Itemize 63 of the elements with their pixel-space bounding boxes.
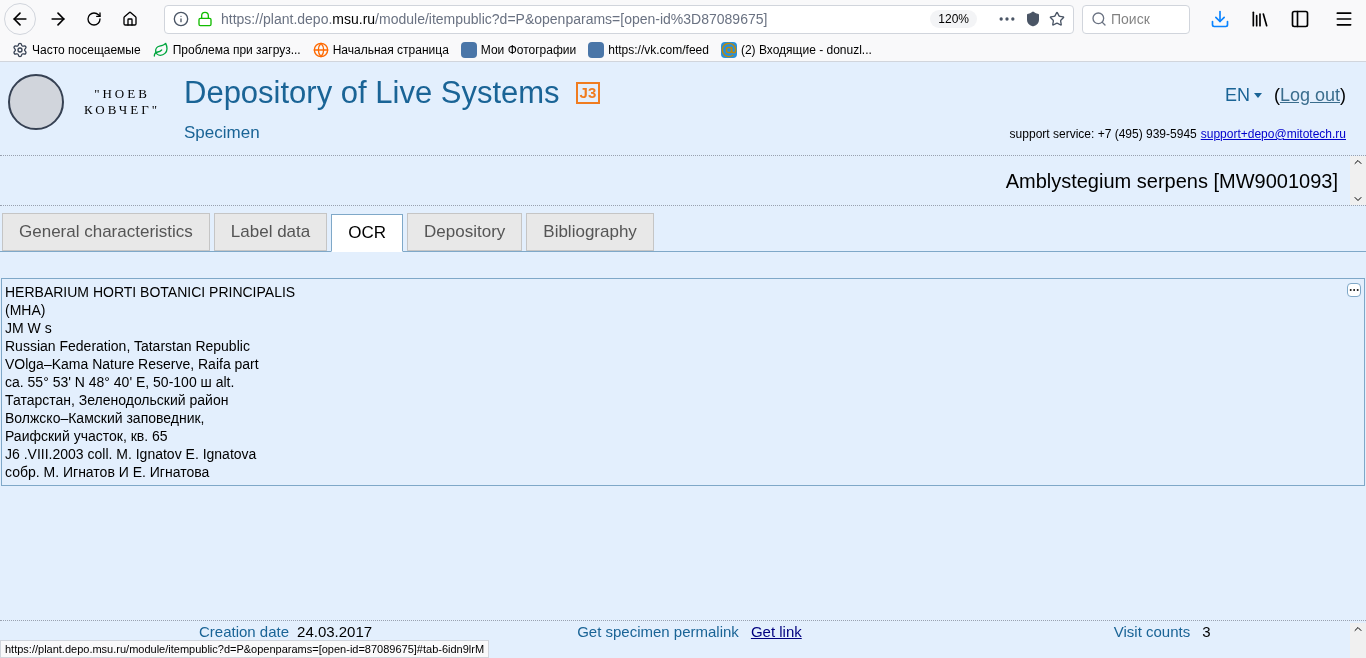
ocr-text-line: VOlga–Kama Nature Reserve, Raifa part xyxy=(5,355,260,373)
permalink-label: Get specimen permalink xyxy=(577,623,739,640)
creation-date-value: 24.03.2017 xyxy=(297,623,373,640)
star-icon[interactable] xyxy=(1049,11,1065,27)
scrollbar[interactable] xyxy=(1350,156,1366,205)
info-icon xyxy=(173,11,189,27)
tab[interactable]: Depository xyxy=(407,213,523,251)
ocr-text-line: (MHA) xyxy=(5,301,47,319)
globe-icon xyxy=(312,41,329,58)
visit-counts-value: 3 xyxy=(1202,623,1211,640)
ocr-text-line: HERBARIUM HORTI BOTANICI PRINCIPALIS xyxy=(5,283,297,301)
search-field[interactable]: Поиск xyxy=(1082,4,1190,34)
ocr-text-line: собр. М. Игнатов И Е. Игнатова xyxy=(5,463,211,481)
logo-text: "НОЕВ КОВЧЕГ" xyxy=(83,86,161,119)
address-bar[interactable]: https://plant.depo.msu.ru/module/itempublic?d=P&openparams=[open-id%3D87089675] 120% xyxy=(164,4,1074,34)
bookmark-item[interactable]: https://vk.com/feed xyxy=(588,40,709,59)
support-email-link[interactable]: support+depo@mitotech.ru xyxy=(1200,125,1346,143)
gear-icon xyxy=(12,41,28,58)
status-url-tooltip: https://plant.depo.msu.ru/module/itempublic?d=P&openparams=[open-id=87089675]#tab-6idn9lrM xyxy=(0,639,490,658)
bookmark-item[interactable]: Начальная страница xyxy=(312,40,449,59)
url-text: https://plant.depo.msu.ru/module/itempublic?d=P&openparams=[open-id%3D87089675] xyxy=(221,9,768,29)
ocr-text-line: ca. 55° 53' N 48° 40' E, 50-100 ш alt. xyxy=(5,373,236,391)
ocr-text-line: Татарстан, Зеленодольский район xyxy=(5,391,230,409)
bookmark-item[interactable]: Мои Фотографии xyxy=(460,40,577,59)
tab[interactable]: General characteristics xyxy=(2,213,210,251)
bookmark-item[interactable]: (2) Входящие - donuzl... xyxy=(720,40,872,59)
download-icon[interactable] xyxy=(1210,9,1230,29)
support-text: support service: +7 (495) 939-5945 xyxy=(1009,126,1197,143)
paren-text: ) xyxy=(1340,85,1346,105)
ocr-text-line: Russian Federation, Tatarstan Republic xyxy=(5,337,251,355)
caret-icon[interactable] xyxy=(1253,93,1262,98)
ocr-text-line: J6 .VIII.2003 coll. M. Ignatov E. Ignatova xyxy=(5,445,258,463)
bookmark-item[interactable]: Проблема при загруз... xyxy=(152,40,301,59)
site-title: Depository of Live Systems xyxy=(184,74,560,112)
paren-text: ( xyxy=(1273,85,1280,105)
reload-icon xyxy=(86,11,102,27)
ocr-text-line: Раифский участок, кв. 65 xyxy=(5,427,169,445)
logout-link[interactable]: Log out xyxy=(1279,85,1340,105)
specimen-title: Amblystegium serpens [MW9001093] xyxy=(1005,168,1338,194)
menu-icon[interactable] xyxy=(1334,9,1354,29)
ocr-text-line: Волжско–Камский заповедник, xyxy=(5,409,206,427)
library-icon[interactable] xyxy=(1250,9,1270,29)
expand-button[interactable] xyxy=(1347,283,1361,297)
home-icon xyxy=(122,11,138,27)
tab[interactable]: Bibliography xyxy=(526,213,654,251)
leaf-icon xyxy=(152,41,169,58)
search-icon xyxy=(1091,11,1107,27)
ocr-text-line: JM W s xyxy=(5,319,53,337)
creation-date-label: Creation date xyxy=(199,623,290,640)
at-sign-icon xyxy=(720,41,737,58)
sidebar-icon[interactable] xyxy=(1290,9,1310,29)
lock-icon xyxy=(197,11,213,27)
search-input[interactable]: Поиск xyxy=(1111,8,1175,30)
visit-counts-label: Visit counts xyxy=(1113,623,1191,640)
get-link[interactable]: Get link xyxy=(750,623,802,640)
scrollbar[interactable] xyxy=(1350,623,1366,658)
bookmark-item[interactable]: Часто посещаемые xyxy=(12,40,141,59)
page-subtitle: Specimen xyxy=(184,122,261,144)
tab[interactable]: OCR xyxy=(331,214,404,252)
zoom-indicator[interactable]: 120% xyxy=(930,10,977,28)
tab[interactable]: Label data xyxy=(213,213,328,251)
language-selector[interactable]: EN xyxy=(1224,82,1250,109)
j3-badge: J3 xyxy=(575,82,601,104)
